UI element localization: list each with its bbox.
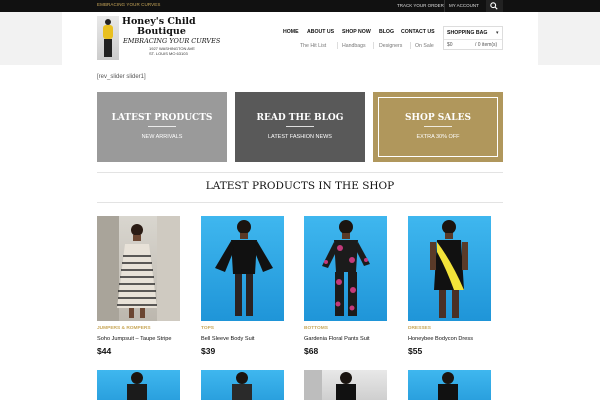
search-button[interactable] [486, 0, 503, 12]
divider [410, 42, 411, 49]
divider [97, 172, 503, 173]
track-order-link[interactable]: TRACK YOUR ORDER [397, 3, 444, 8]
product-image[interactable] [97, 370, 180, 400]
promo-subtitle: LATEST FASHION NEWS [268, 134, 332, 140]
product-name[interactable]: Bell Sleeve Body Suit [201, 336, 254, 342]
tagline: EMBRACING YOUR CURVES [97, 2, 161, 7]
promo-title: LATEST PRODUCTS [111, 113, 213, 123]
promo-read-blog[interactable]: READ THE BLOG LATEST FASHION NEWS [235, 92, 365, 162]
divider [97, 202, 503, 203]
divider [286, 126, 314, 127]
subnav-handbags[interactable]: Handbags [342, 43, 366, 49]
divider [373, 42, 374, 49]
logo[interactable]: Honey's Child Boutique EMBRACING YOUR CU… [97, 16, 220, 60]
logo-title-line2: Boutique [137, 26, 186, 37]
nav-contact-us[interactable]: CONTACT US [401, 29, 435, 35]
subnav-on-sale[interactable]: On Sale [415, 43, 434, 49]
product-card[interactable]: TOPS Bell Sleeve Body Suit $39 [201, 216, 284, 356]
product-card[interactable]: DRESSES Honeybee Bodycon Dress $55 [408, 216, 491, 356]
section-title: LATEST PRODUCTS IN THE SHOP [205, 180, 395, 192]
bag-item-count: / 0 item(s) [475, 42, 498, 48]
nav-blog[interactable]: BLOG [379, 29, 394, 35]
promo-title: SHOP SALES [405, 113, 471, 123]
product-image[interactable] [201, 216, 284, 321]
product-image[interactable] [304, 370, 387, 400]
product-price: $39 [201, 346, 216, 356]
product-image[interactable] [304, 216, 387, 321]
product-price: $44 [97, 346, 112, 356]
subnav-designers[interactable]: Designers [379, 43, 402, 49]
divider [444, 39, 502, 40]
promo-subtitle: EXTRA 30% OFF [416, 134, 460, 140]
divider [424, 126, 452, 127]
shopping-bag-label: SHOPPING BAG [447, 30, 488, 36]
product-category[interactable]: JUMPERS & ROMPERS [97, 326, 151, 331]
promo-latest-products[interactable]: LATEST PRODUCTS NEW ARRIVALS [97, 92, 227, 162]
product-name[interactable]: Honeybee Bodycon Dress [408, 336, 473, 342]
product-image[interactable] [408, 370, 491, 400]
top-bar: EMBRACING YOUR CURVES TRACK YOUR ORDER M… [0, 0, 600, 12]
logo-slogan: EMBRACING YOUR CURVES [123, 37, 221, 45]
logo-address-line2: ST. LOUIS MO 63103 [149, 51, 188, 56]
product-category[interactable]: DRESSES [408, 326, 431, 331]
divider [337, 42, 338, 49]
promo-subtitle: NEW ARRIVALS [141, 134, 183, 140]
my-account-link[interactable]: MY ACCOUNT [449, 3, 479, 8]
product-name[interactable]: Soho Jumpsuit – Taupe Stripe [97, 336, 172, 342]
shopping-bag[interactable]: SHOPPING BAG ▾ $0 / 0 item(s) [443, 26, 503, 50]
nav-home[interactable]: HOME [283, 29, 299, 35]
product-image[interactable] [97, 216, 180, 321]
nav-about-us[interactable]: ABOUT US [307, 29, 334, 35]
product-card[interactable]: BOTTOMS Gardenia Floral Pants Suit $68 [304, 216, 387, 356]
divider [444, 0, 445, 12]
product-price: $68 [304, 346, 319, 356]
promo-title: READ THE BLOG [256, 113, 344, 123]
logo-model-image [97, 16, 119, 60]
chevron-down-icon[interactable]: ▾ [496, 30, 499, 36]
product-category[interactable]: TOPS [201, 326, 214, 331]
header [0, 12, 600, 65]
subnav-hit-list[interactable]: The Hit List [300, 43, 326, 49]
promo-frame [378, 97, 498, 157]
product-image[interactable] [201, 370, 284, 400]
product-price: $55 [408, 346, 423, 356]
promo-shop-sales[interactable]: SHOP SALES EXTRA 30% OFF [373, 92, 503, 162]
product-name[interactable]: Gardenia Floral Pants Suit [304, 336, 370, 342]
product-category[interactable]: BOTTOMS [304, 326, 328, 331]
nav-shop-now[interactable]: SHOP NOW [342, 29, 371, 35]
search-icon [490, 2, 498, 10]
divider [148, 126, 176, 127]
product-image[interactable] [408, 216, 491, 321]
bag-amount: $0 [447, 42, 453, 48]
product-card[interactable]: JUMPERS & ROMPERS Soho Jumpsuit – Taupe … [97, 216, 180, 356]
slider-shortcode-text: [rev_slider slider1] [97, 74, 146, 80]
